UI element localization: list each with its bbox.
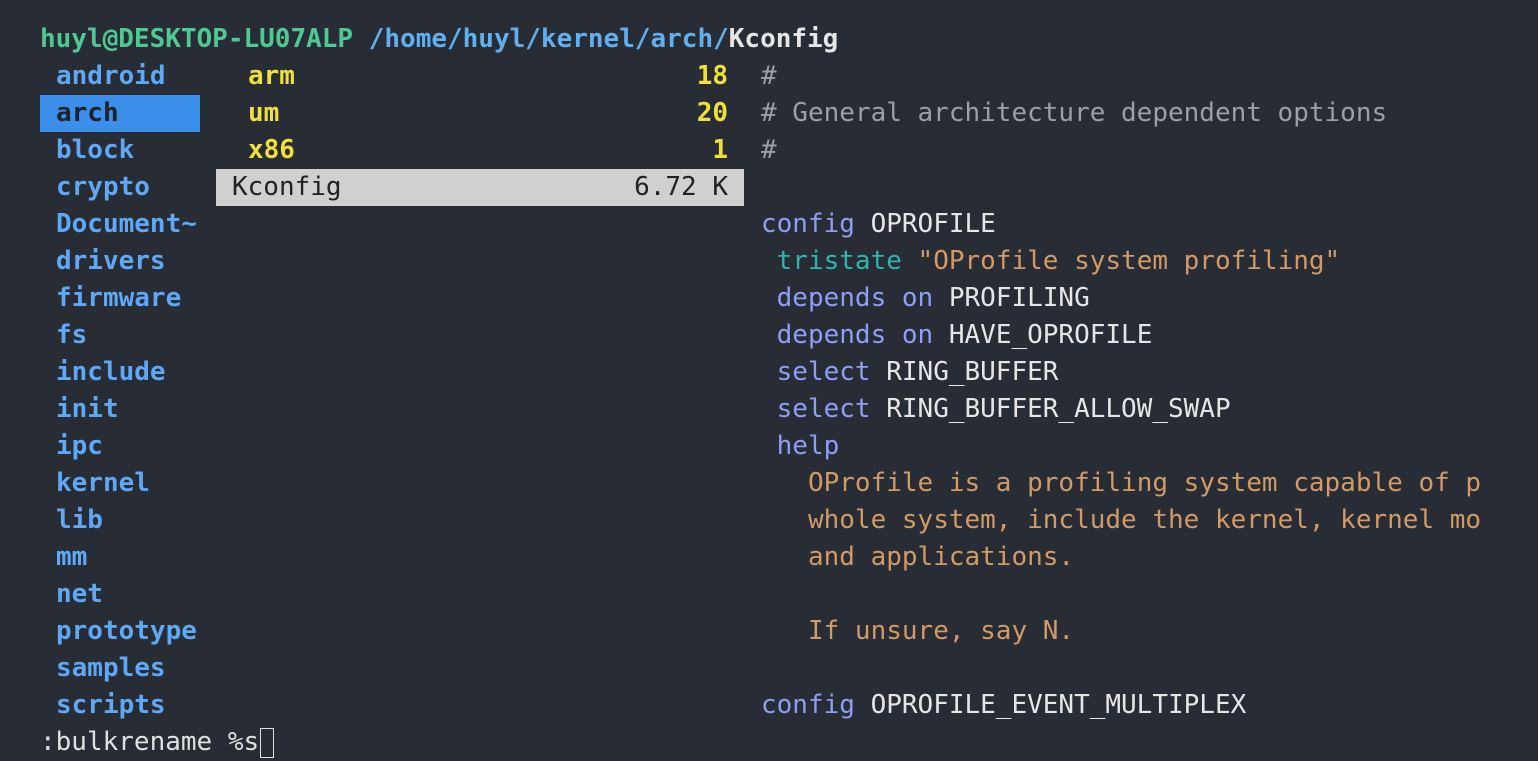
- entry-info: 20: [696, 98, 728, 128]
- preview-line: depends on HAVE_OPROFILE: [776, 320, 1153, 350]
- directory-item[interactable]: samples: [40, 650, 200, 687]
- entry-info: 18: [696, 61, 728, 91]
- directory-item[interactable]: ipc: [40, 428, 200, 465]
- preview-line: depends on PROFILING: [776, 283, 1090, 313]
- preview-line: config OPROFILE_EVENT_MULTIPLEX: [761, 690, 1247, 720]
- directory-item[interactable]: firmware: [40, 280, 200, 317]
- command-line[interactable]: :bulkrename %s: [40, 724, 275, 761]
- directory-item[interactable]: mm: [40, 539, 200, 576]
- directory-item[interactable]: drivers: [40, 243, 200, 280]
- preview-line: config OPROFILE: [761, 209, 996, 239]
- directory-item[interactable]: arm 18: [216, 58, 744, 95]
- preview-blank-line: [761, 576, 1521, 613]
- command-text: :bulkrename %s: [40, 727, 260, 757]
- parent-directory-column: android arch block crypto Document~ drivers fi…: [40, 58, 200, 724]
- directory-item[interactable]: x86 1: [216, 132, 744, 169]
- preview-line: tristate "OProfile system profiling": [776, 246, 1341, 276]
- directory-item[interactable]: lib: [40, 502, 200, 539]
- directory-item[interactable]: Document~: [40, 206, 200, 243]
- entry-name: um: [248, 98, 280, 128]
- preview-line: help: [776, 431, 840, 461]
- current-directory-column: arm 18 um 20 x86 1 Kconfig 6.72 K: [216, 58, 744, 206]
- title-bar: huyl@DESKTOP-LU07ALP /home/huyl/kernel/a…: [40, 21, 838, 58]
- entry-info: 6.72 K: [634, 172, 728, 202]
- directory-item[interactable]: init: [40, 391, 200, 428]
- directory-item[interactable]: scripts: [40, 687, 200, 724]
- directory-item[interactable]: arch: [40, 95, 200, 132]
- directory-item[interactable]: crypto: [40, 169, 200, 206]
- directory-item[interactable]: block: [40, 132, 200, 169]
- preview-line: #: [761, 61, 777, 91]
- preview-line: If unsure, say N.: [807, 616, 1075, 646]
- preview-line: and applications.: [807, 542, 1075, 572]
- text-cursor: [260, 727, 275, 758]
- entry-name: Kconfig: [232, 172, 342, 202]
- directory-item[interactable]: android: [40, 58, 200, 95]
- preview-line: select RING_BUFFER_ALLOW_SWAP: [776, 394, 1231, 424]
- entry-info: 1: [712, 135, 728, 165]
- preview-line: select RING_BUFFER: [776, 357, 1059, 387]
- file-item[interactable]: Kconfig 6.72 K: [216, 169, 744, 206]
- preview-line: # General architecture dependent options: [761, 98, 1388, 128]
- current-file: Kconfig: [728, 24, 839, 54]
- entry-name: arm: [248, 61, 295, 91]
- user-host: huyl@DESKTOP-LU07ALP: [40, 24, 354, 54]
- current-path: /home/huyl/kernel/arch/: [368, 24, 729, 54]
- preview-blank-line: [761, 169, 1521, 206]
- preview-blank-line: [761, 650, 1521, 687]
- directory-item[interactable]: fs: [40, 317, 200, 354]
- file-preview: # # General architecture dependent optio…: [761, 58, 1521, 724]
- directory-item[interactable]: include: [40, 354, 200, 391]
- preview-line: OProfile is a profiling system capable o…: [807, 468, 1482, 498]
- entry-name: x86: [248, 135, 295, 165]
- preview-line: #: [761, 135, 777, 165]
- directory-item[interactable]: prototype: [40, 613, 200, 650]
- preview-line: whole system, include the kernel, kernel…: [807, 505, 1482, 535]
- directory-item[interactable]: kernel: [40, 465, 200, 502]
- directory-item[interactable]: net: [40, 576, 200, 613]
- directory-item[interactable]: um 20: [216, 95, 744, 132]
